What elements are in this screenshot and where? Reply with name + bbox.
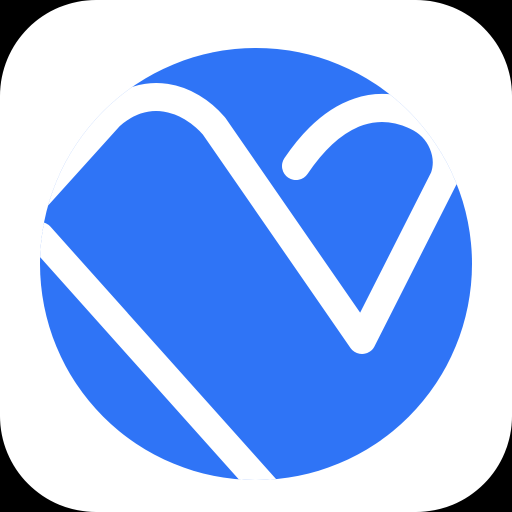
app-icon-canvas bbox=[0, 0, 512, 512]
heart-check-logo-icon[interactable] bbox=[0, 0, 512, 512]
